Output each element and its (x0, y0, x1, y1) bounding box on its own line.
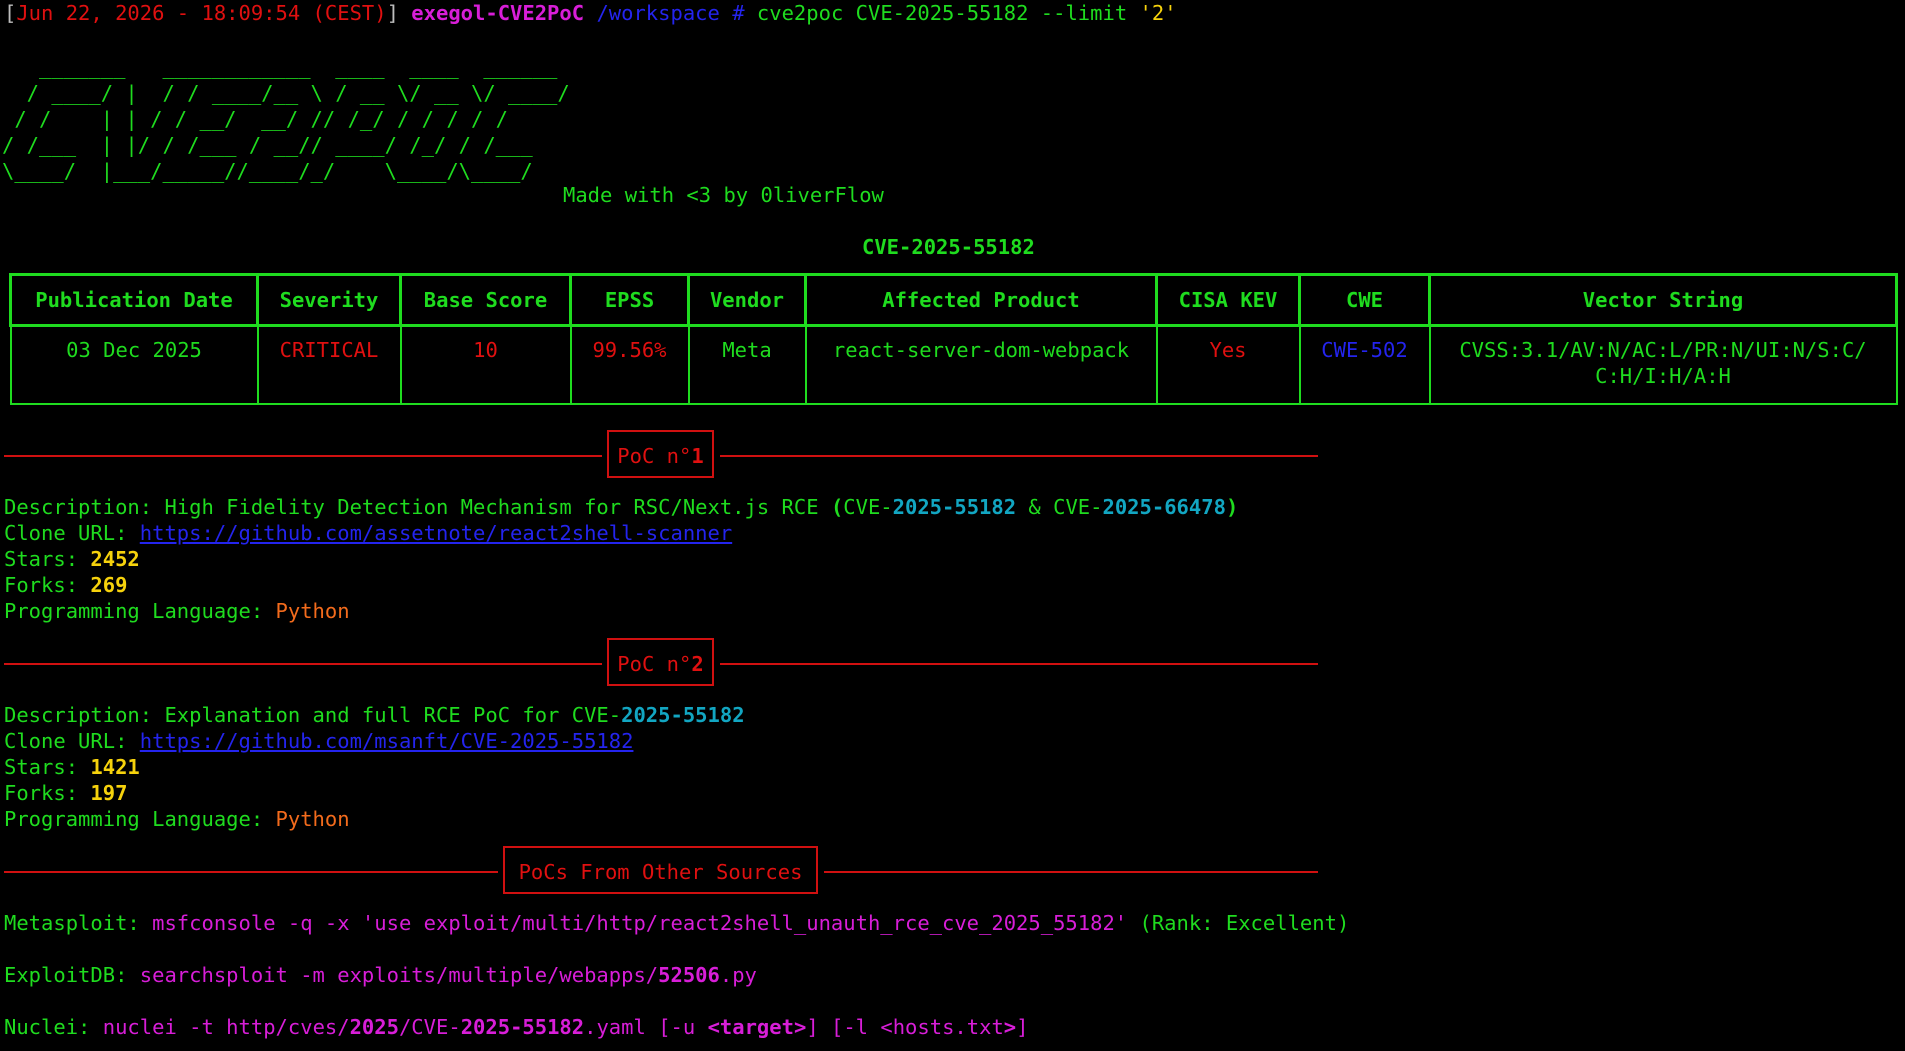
poc-1-language: Programming Language: Python (4, 599, 350, 623)
poc-1-header-number: 1 (691, 444, 704, 468)
table-header-row: Publication Date Severity Base Score EPS… (9, 273, 1898, 327)
header-cwe: CWE (1298, 273, 1431, 327)
poc-1-forks-value: 269 (90, 573, 128, 597)
poc-1-clone-url-link[interactable]: https://github.com/assetnote/react2shell… (140, 521, 732, 545)
command-arg-cve: CVE-2025-55182 (855, 1, 1029, 25)
poc-2-forks: Forks: 197 (4, 781, 128, 805)
cell-base-score: 10 (399, 324, 572, 405)
header-base-score: Base Score (399, 273, 572, 327)
poc-1-header-box: PoC n°1 (607, 430, 714, 478)
metasploit-command: msfconsole -q -x 'use exploit/multi/http… (152, 911, 1128, 935)
cve-table-title: CVE-2025-55182 (862, 235, 1035, 259)
other-sources-header-box: PoCs From Other Sources (503, 846, 818, 894)
exploitdb-id: 52506 (658, 963, 720, 987)
poc-2-language-value: Python (275, 807, 350, 831)
section-rule-left (4, 871, 498, 873)
poc-1-clone-url-line: Clone URL: https://github.com/assetnote/… (4, 521, 733, 545)
poc-1-header-prefix: PoC n° (617, 444, 692, 468)
metasploit-line: Metasploit: msfconsole -q -x 'use exploi… (4, 911, 1350, 935)
poc-1-section-header: PoC n°1 (4, 430, 1318, 482)
poc-2-header-prefix: PoC n° (617, 652, 692, 676)
poc-1-stars-value: 2452 (90, 547, 140, 571)
prompt-datetime: Jun 22, 2026 - 18:09:54 (CEST) (16, 1, 387, 25)
poc-1-stars: Stars: 2452 (4, 547, 140, 571)
cell-affected-product: react-server-dom-webpack (804, 324, 1158, 405)
poc-1-forks: Forks: 269 (4, 573, 128, 597)
poc-2-forks-value: 197 (90, 781, 128, 805)
other-sources-section-header: PoCs From Other Sources (4, 846, 1318, 898)
cell-publication-date: 03 Dec 2025 (9, 324, 259, 405)
poc-2-header-number: 2 (691, 652, 704, 676)
cell-cisa-kev: Yes (1155, 324, 1301, 405)
vector-line-1: CVSS:3.1/AV:N/AC:L/PR:N/UI:N/S:C/ (1459, 338, 1867, 362)
section-rule-left (4, 455, 602, 457)
poc-2-header-box: PoC n°2 (607, 638, 714, 686)
poc-2-clone-url-line: Clone URL: https://github.com/msanft/CVE… (4, 729, 634, 753)
poc-2-description: Description: Explanation and full RCE Po… (4, 703, 745, 727)
header-vendor: Vendor (687, 273, 807, 327)
prompt-symbol: # (732, 1, 745, 25)
metasploit-rank: (Rank: Excellent) (1127, 911, 1350, 935)
prompt-bracket-close: ] (386, 1, 399, 25)
poc-2-clone-url-link[interactable]: https://github.com/msanft/CVE-2025-55182 (140, 729, 634, 753)
exploitdb-command: searchsploit -m exploits/multiple/webapp… (139, 963, 659, 987)
header-publication-date: Publication Date (9, 273, 259, 327)
vector-line-2: C:H/I:H/A:H (1595, 364, 1731, 388)
header-cisa-kev: CISA KEV (1155, 273, 1301, 327)
cell-vendor: Meta (687, 324, 807, 405)
cve-details-table: Publication Date Severity Base Score EPS… (9, 273, 1898, 405)
nuclei-command: nuclei -t http/cves/ (102, 1015, 350, 1039)
command-arg-value: '2' (1139, 1, 1177, 25)
poc-2-stars-value: 1421 (90, 755, 140, 779)
section-rule-right (720, 455, 1318, 457)
header-vector-string: Vector String (1428, 273, 1898, 327)
poc-2-language: Programming Language: Python (4, 807, 350, 831)
poc-1-description: Description: High Fidelity Detection Mec… (4, 495, 1239, 519)
prompt-hostname: exegol-CVE2PoC (411, 1, 585, 25)
prompt-bracket-open: [ (4, 1, 17, 25)
nuclei-line: Nuclei: nuclei -t http/cves/2025/CVE-202… (4, 1015, 1029, 1039)
cell-cwe: CWE-502 (1298, 324, 1431, 405)
section-rule-right (824, 871, 1318, 873)
terminal-window[interactable]: [Jun 22, 2026 - 18:09:54 (CEST)] exegol-… (0, 0, 1905, 1051)
command-arg-flag: --limit (1040, 1, 1128, 25)
header-epss: EPSS (569, 273, 690, 327)
header-affected-product: Affected Product (804, 273, 1158, 327)
cell-vector-string: CVSS:3.1/AV:N/AC:L/PR:N/UI:N/S:C/C:H/I:H… (1428, 324, 1898, 405)
cell-epss: 99.56% (569, 324, 690, 405)
poc-2-section-header: PoC n°2 (4, 638, 1318, 690)
poc-2-stars: Stars: 1421 (4, 755, 140, 779)
section-rule-right (720, 663, 1318, 665)
command-name: cve2poc (756, 1, 844, 25)
poc-1-language-value: Python (275, 599, 350, 623)
header-severity: Severity (256, 273, 402, 327)
prompt-cwd: /workspace (596, 1, 720, 25)
cell-severity: CRITICAL (256, 324, 402, 405)
ascii-banner: _______ ____________ ____ ____ ______ / … (2, 55, 570, 183)
command-prompt-line: [Jun 22, 2026 - 18:09:54 (CEST)] exegol-… (4, 0, 1177, 26)
section-rule-left (4, 663, 602, 665)
exploitdb-line: ExploitDB: searchsploit -m exploits/mult… (4, 963, 757, 987)
table-row: 03 Dec 2025 CRITICAL 10 99.56% Meta reac… (9, 324, 1898, 405)
made-with-credit: Made with <3 by 0liverFlow (563, 183, 884, 207)
